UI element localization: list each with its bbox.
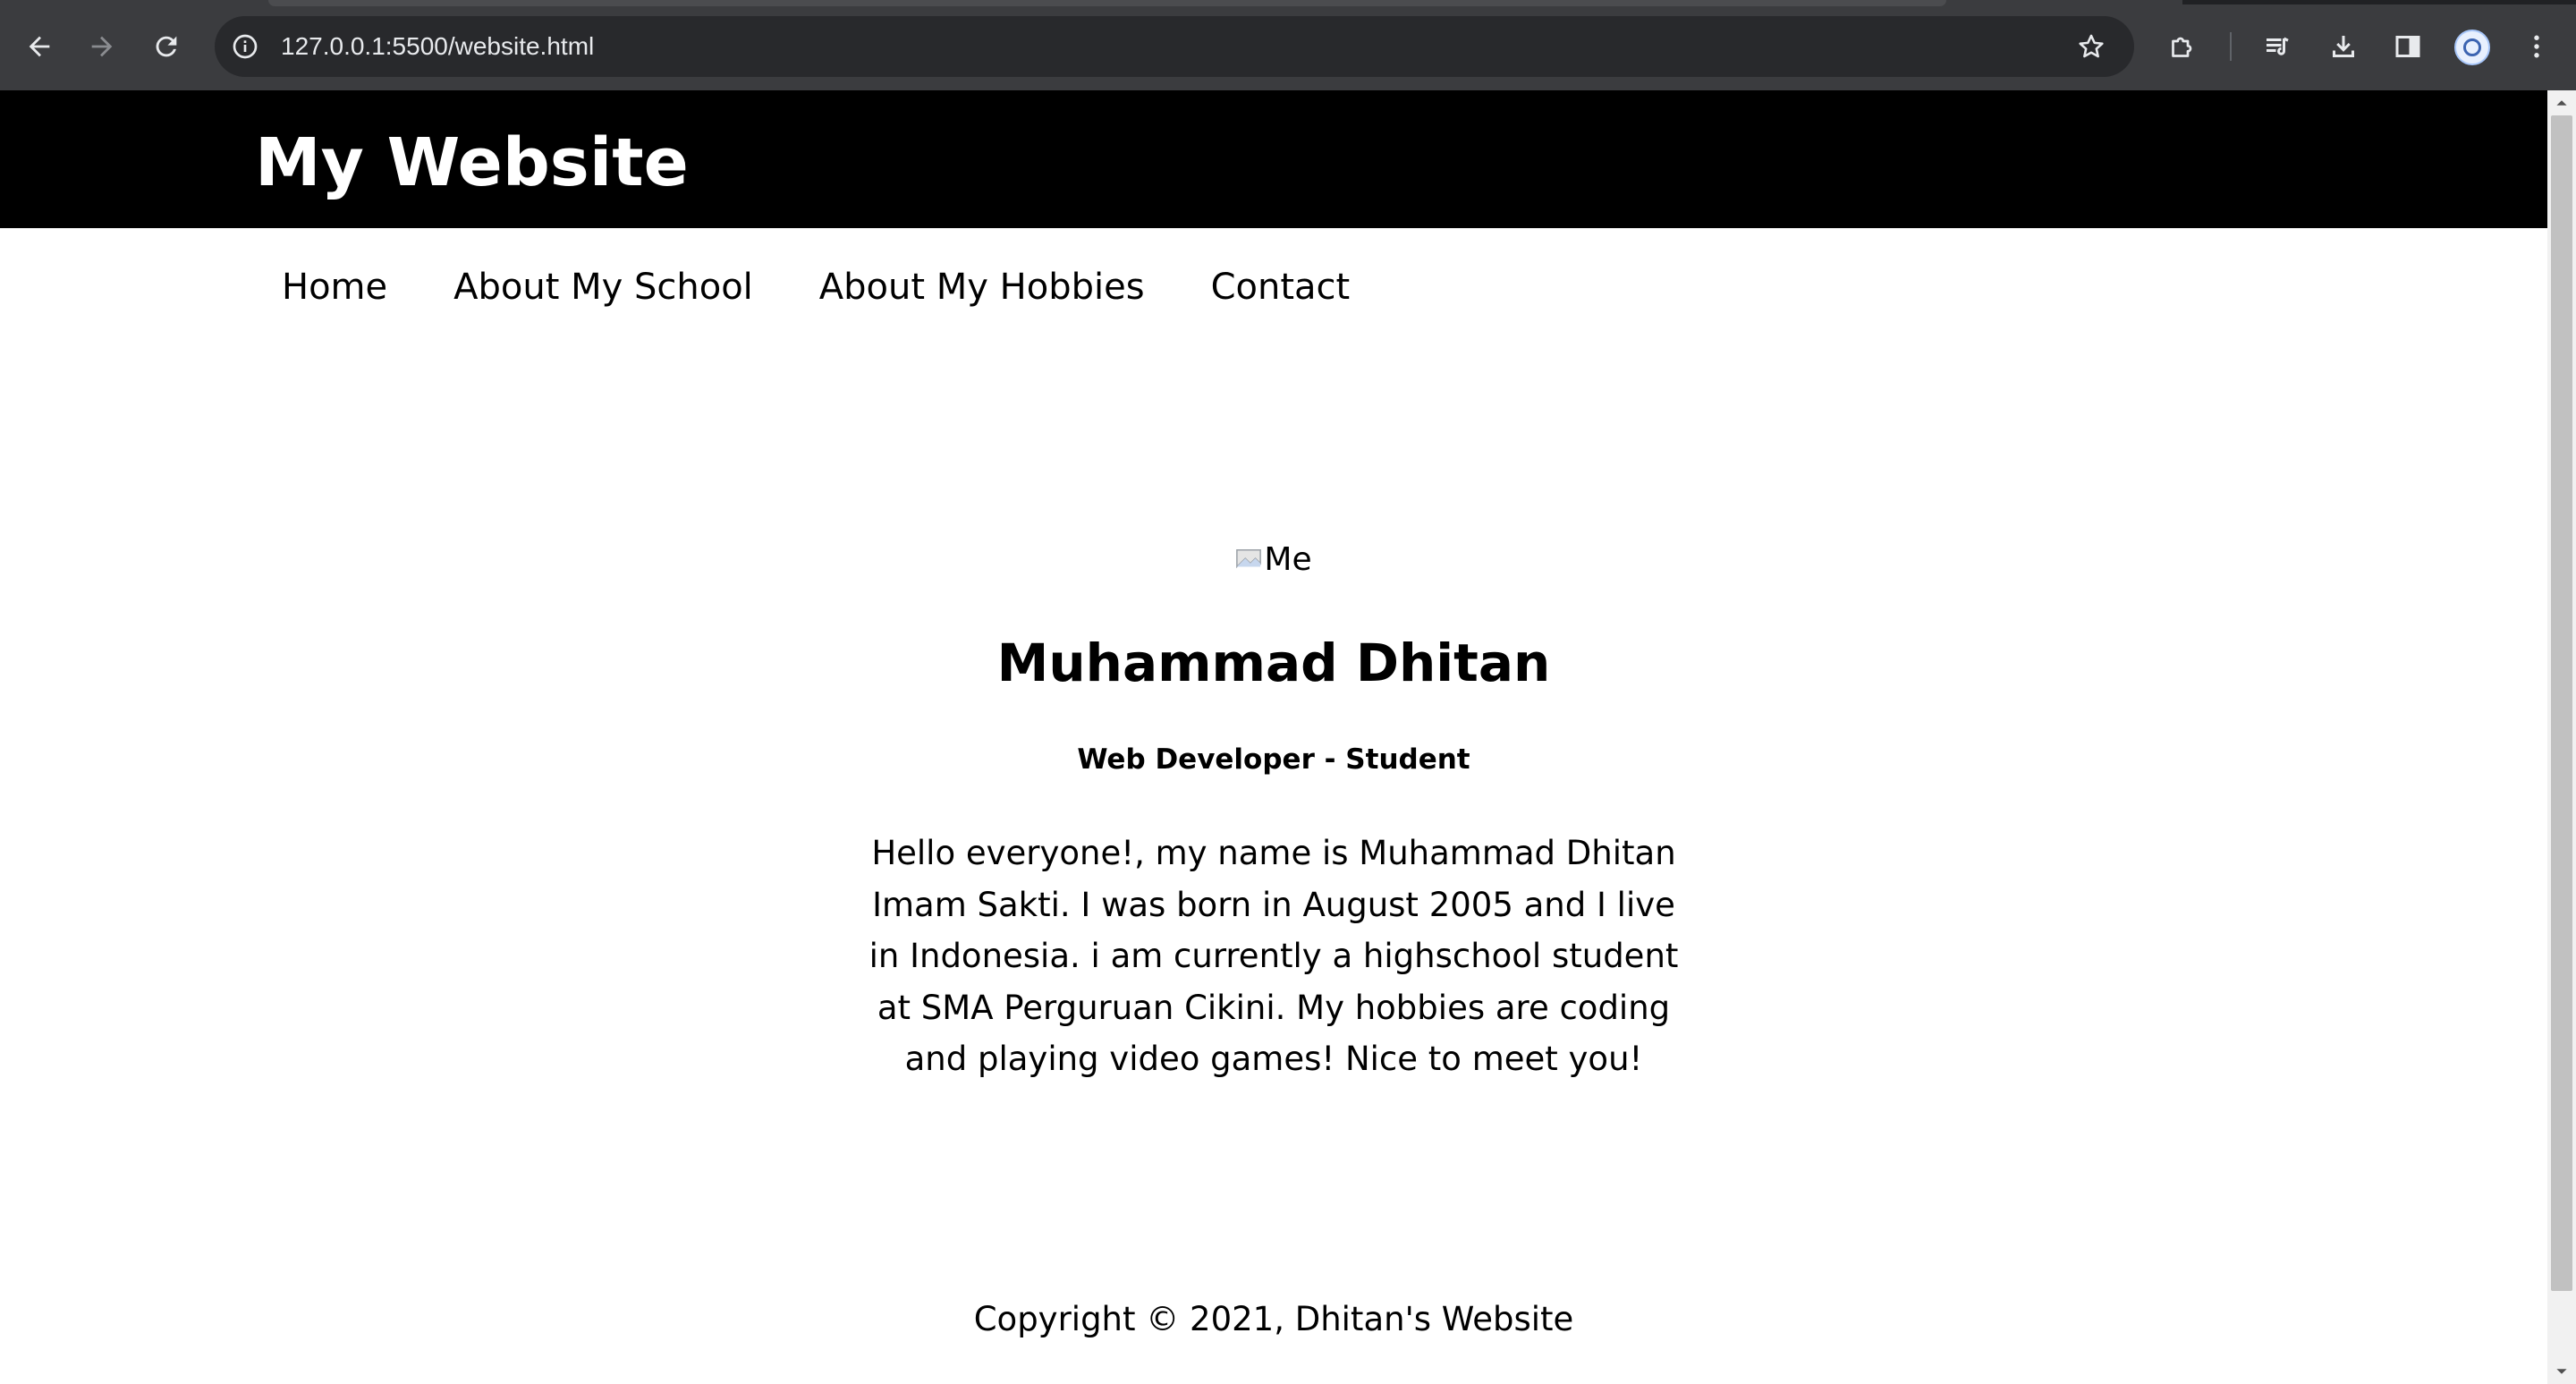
profile-image: Me bbox=[1235, 541, 1312, 591]
scroll-up-arrow-icon[interactable] bbox=[2547, 90, 2576, 115]
media-queue-icon[interactable] bbox=[2256, 25, 2299, 68]
arrow-right-icon[interactable] bbox=[77, 21, 127, 72]
profile-role: Web Developer - Student bbox=[1077, 743, 1470, 776]
profile-image-container: Me bbox=[0, 541, 2547, 591]
nav-link-about-school[interactable]: About My School bbox=[453, 260, 753, 314]
address-bar[interactable]: 127.0.0.1:5500/website.html bbox=[215, 16, 2134, 77]
profile-bio: Hello everyone!, my name is Muhammad Dhi… bbox=[869, 834, 1679, 1078]
info-icon[interactable] bbox=[229, 30, 261, 63]
scroll-down-arrow-icon[interactable] bbox=[2547, 1359, 2576, 1384]
site-header: My Website bbox=[0, 90, 2547, 228]
vertical-scrollbar[interactable] bbox=[2547, 90, 2576, 1384]
url-text[interactable]: 127.0.0.1:5500/website.html bbox=[281, 31, 594, 62]
profile-image-alt: Me bbox=[1264, 541, 1312, 578]
puzzle-icon[interactable] bbox=[2161, 25, 2204, 68]
star-icon[interactable] bbox=[2073, 29, 2109, 64]
browser-toolbar: 127.0.0.1:5500/website.html bbox=[0, 0, 2576, 90]
tab-strip bbox=[268, 0, 1946, 6]
nav-link-contact[interactable]: Contact bbox=[1211, 260, 1351, 314]
profile-name: Muhammad Dhitan bbox=[996, 633, 1551, 693]
site-footer: Copyright © 2021, Dhitan's Website bbox=[973, 1300, 1574, 1338]
nav-link-about-hobbies[interactable]: About My Hobbies bbox=[819, 260, 1145, 314]
tab-strip-edge bbox=[2182, 0, 2576, 4]
arrow-left-icon[interactable] bbox=[14, 21, 64, 72]
side-panel-icon[interactable] bbox=[2386, 25, 2429, 68]
site-nav: Home About My School About My Hobbies Co… bbox=[282, 260, 1350, 314]
scrollbar-thumb[interactable] bbox=[2551, 115, 2572, 1291]
reload-icon[interactable] bbox=[141, 21, 191, 72]
site-title: My Website bbox=[255, 124, 689, 201]
avatar-icon[interactable] bbox=[2454, 30, 2490, 65]
nav-link-home[interactable]: Home bbox=[282, 260, 387, 314]
toolbar-separator bbox=[2230, 32, 2232, 61]
download-icon[interactable] bbox=[2322, 25, 2365, 68]
kebab-menu-icon[interactable] bbox=[2515, 25, 2558, 68]
page-viewport: My Website Home About My School About My… bbox=[0, 90, 2547, 1384]
broken-image-icon bbox=[1235, 545, 1262, 572]
